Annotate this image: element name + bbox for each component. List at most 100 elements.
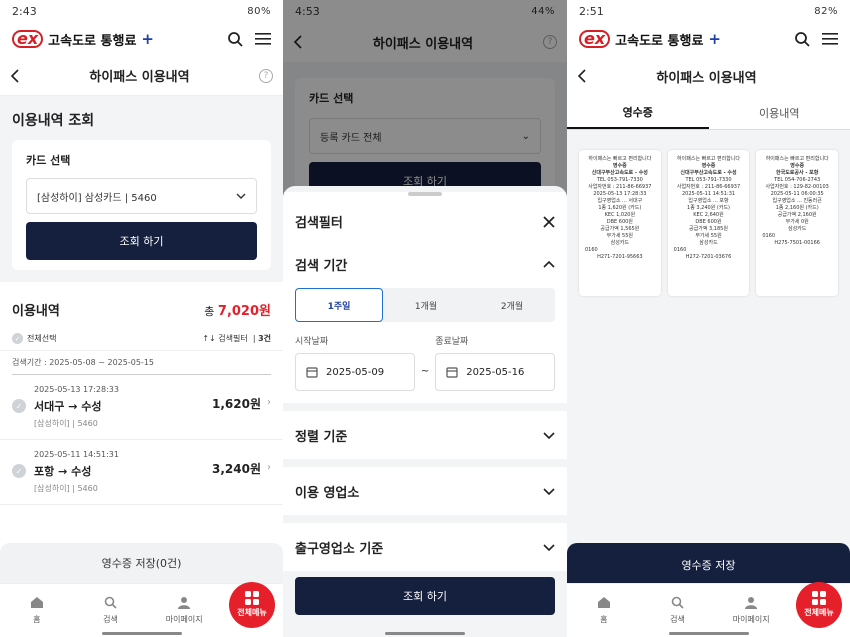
filter-label: 검색필터 bbox=[218, 334, 248, 343]
chevron-down-icon bbox=[543, 487, 555, 495]
chevron-right-icon: › bbox=[267, 462, 271, 473]
help-icon[interactable]: ? bbox=[259, 68, 273, 83]
select-all-label: 전체선택 bbox=[27, 334, 57, 343]
receipt-tel: TEL 053-791-7330 bbox=[596, 177, 643, 183]
receipt-class: 1종 1,620원 (카드) bbox=[598, 205, 642, 211]
nav-search[interactable]: 검색 bbox=[641, 596, 715, 625]
save-receipt-button[interactable]: 영수증 저장 bbox=[567, 543, 850, 587]
check-icon[interactable]: ✓ bbox=[12, 399, 26, 413]
receipt-card[interactable]: 하이패스는 빠르고 편리합니다 영수증 한국도로공사 - 포항 TEL 054-… bbox=[756, 150, 839, 296]
receipt-vat: 부가세 55원 bbox=[695, 233, 722, 239]
period-option-1week[interactable]: 1주일 bbox=[295, 288, 383, 322]
filter-button[interactable]: ↑↓ 검색필터 bbox=[202, 334, 247, 343]
trip-card: [삼성하이] | 5460 bbox=[34, 419, 98, 428]
receipt-biz: 사업자번호 : 129-82-00103 bbox=[765, 184, 829, 190]
receipt-kec: KEC 2,640원 bbox=[693, 212, 724, 218]
menu-fab-button[interactable]: 전체메뉴 bbox=[229, 581, 276, 628]
period-header[interactable]: 검색 기간 bbox=[295, 255, 555, 274]
receipt-datetime: 2025-05-11 06:00:35 bbox=[770, 191, 824, 197]
select-all-checkbox[interactable]: ✓ 전체선택 bbox=[12, 333, 56, 344]
chevron-down-icon bbox=[543, 431, 555, 439]
result-count: 3건 bbox=[258, 334, 271, 343]
search-icon[interactable] bbox=[794, 31, 810, 47]
brand-logo[interactable]: ex 고속도로 통행료 + bbox=[579, 30, 721, 49]
receipt-card[interactable]: 하이패스는 빠르고 편리합니다 영수증 신대구부산고속도로 - 수성 TEL 0… bbox=[579, 150, 661, 296]
hamburger-menu-icon[interactable] bbox=[255, 32, 271, 46]
exit-office-accordion[interactable]: 출구영업소 기준 bbox=[283, 523, 567, 571]
nav-mypage-label: 마이페이지 bbox=[732, 615, 770, 624]
receipt-head: 하이패스는 빠르고 편리합니다 bbox=[588, 156, 652, 162]
brand-logo[interactable]: ex 고속도로 통행료 + bbox=[12, 30, 154, 49]
end-date-input[interactable]: 2025-05-16 bbox=[435, 353, 556, 391]
receipt-biz: 사업자번호 : 211-86-66937 bbox=[588, 184, 652, 190]
receipt-class: 1종 3,240원 (카드) bbox=[687, 205, 730, 211]
trip-item[interactable]: ✓ 2025-05-11 14:51:31 포항 → 수성 [삼성하이] | 5… bbox=[0, 440, 283, 505]
menu-fab-button[interactable]: 전체메뉴 bbox=[796, 581, 843, 628]
receipt-supply: 공급가액 2,160원 bbox=[777, 212, 817, 218]
receipt-entry: 입구영업소 ... 진동러큰 bbox=[772, 198, 822, 204]
bottom-nav: 홈 검색 마이페이지 전체메뉴 bbox=[567, 581, 850, 637]
query-section-title: 이용내역 조회 bbox=[12, 113, 95, 129]
receipt-supply: 공급가액 1,565원 bbox=[600, 226, 640, 232]
sheet-search-button[interactable]: 조회 하기 bbox=[295, 577, 555, 615]
nav-search-label: 검색 bbox=[670, 615, 685, 624]
nav-mypage[interactable]: 마이페이지 bbox=[714, 596, 788, 625]
search-icon bbox=[641, 596, 715, 611]
receipt-card-name: 삼성카드 bbox=[787, 226, 807, 232]
search-icon[interactable] bbox=[227, 31, 243, 47]
ex-logo: ex bbox=[12, 30, 44, 48]
receipt-card-num: 0160 bbox=[762, 233, 776, 239]
filter-sheet: 검색필터 검색 기간 1주일 1개월 2개월 시작날짜 2025-05-09 ~… bbox=[283, 186, 567, 637]
period-option-2month[interactable]: 2개월 bbox=[469, 288, 555, 322]
brand-name: 고속도로 통행료 bbox=[48, 33, 137, 49]
tab-receipt[interactable]: 영수증 bbox=[567, 96, 709, 129]
total-value: 7,020원 bbox=[217, 304, 271, 319]
status-battery: 80% bbox=[247, 5, 271, 17]
hamburger-menu-icon[interactable] bbox=[822, 32, 838, 46]
page-title: 하이패스 이용내역 bbox=[89, 70, 190, 85]
start-date-label: 시작날짜 bbox=[295, 337, 329, 347]
receipt-card[interactable]: 하이패스는 빠르고 편리합니다 영수증 신대구부산고속도로 - 수성 TEL 0… bbox=[667, 150, 750, 296]
sort-accordion[interactable]: 정렬 기준 bbox=[283, 411, 567, 459]
trip-datetime: 2025-05-11 14:51:31 bbox=[34, 450, 119, 459]
office-accordion[interactable]: 이용 영업소 bbox=[283, 467, 567, 515]
receipt-biz: 사업자번호 : 211-86-66937 bbox=[676, 184, 741, 190]
receipt-entry: 입구영업소 ... 서대구 bbox=[597, 198, 643, 204]
sheet-header: 검색필터 bbox=[283, 196, 567, 243]
home-indicator bbox=[668, 632, 749, 635]
card-select-dropdown[interactable]: [삼성하이] 삼성카드 | 5460 bbox=[26, 178, 257, 214]
receipt-company: 신대구부산고속도로 - 수성 bbox=[591, 170, 648, 176]
trip-item[interactable]: ✓ 2025-05-13 17:28:33 서대구 → 수성 [삼성하이] | … bbox=[0, 375, 283, 440]
end-date-value: 2025-05-16 bbox=[466, 366, 525, 378]
tab-history[interactable]: 이용내역 bbox=[709, 96, 850, 129]
back-arrow-icon[interactable] bbox=[10, 68, 20, 83]
nav-mypage[interactable]: 마이페이지 bbox=[147, 596, 221, 625]
nav-home-label: 홈 bbox=[33, 615, 41, 624]
start-date-input[interactable]: 2025-05-09 bbox=[295, 353, 415, 391]
receipt-company: 신대구부산고속도로 - 수성 bbox=[680, 170, 737, 176]
office-title: 이용 영업소 bbox=[295, 485, 360, 501]
check-icon[interactable]: ✓ bbox=[12, 464, 26, 478]
total-amount: 총 7,020원 bbox=[204, 300, 271, 319]
receipt-datetime: 2025-05-11 14:51:31 bbox=[681, 191, 736, 197]
search-period: 검색기간 : 2025-05-08 ~ 2025-05-15 bbox=[12, 351, 271, 375]
status-battery: 82% bbox=[814, 5, 838, 17]
nav-search[interactable]: 검색 bbox=[74, 596, 148, 625]
receipt-tel: TEL 053-791-7330 bbox=[685, 177, 732, 183]
nav-home[interactable]: 홈 bbox=[0, 596, 74, 625]
start-date-value: 2025-05-09 bbox=[326, 366, 385, 378]
nav-mypage-label: 마이페이지 bbox=[165, 615, 203, 624]
trip-fare: 1,620원 bbox=[212, 397, 261, 411]
search-button[interactable]: 조회 하기 bbox=[26, 222, 257, 260]
calendar-icon bbox=[446, 366, 458, 378]
receipt-kind: 영수증 bbox=[612, 163, 627, 169]
receipt-supply: 공급가액 3,185원 bbox=[689, 226, 728, 232]
nav-home[interactable]: 홈 bbox=[567, 596, 641, 625]
menu-fab-label: 전체메뉴 bbox=[804, 608, 834, 617]
close-icon[interactable] bbox=[543, 215, 555, 228]
bottom-nav: 홈 검색 마이페이지 전체메뉴 bbox=[0, 581, 283, 637]
receipt-dbe: DBE 600원 bbox=[606, 219, 633, 225]
period-option-1month[interactable]: 1개월 bbox=[383, 288, 469, 322]
back-arrow-icon[interactable] bbox=[577, 69, 587, 83]
save-receipt-button[interactable]: 영수증 저장(0건) bbox=[0, 543, 283, 583]
